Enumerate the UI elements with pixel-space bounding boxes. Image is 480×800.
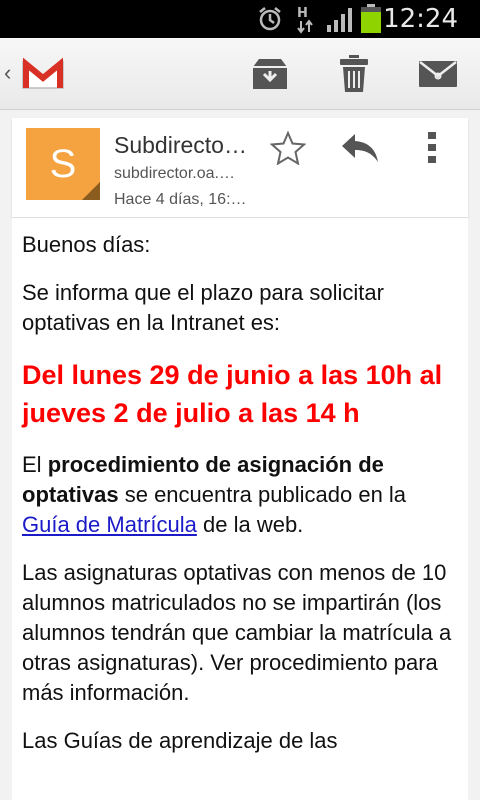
up-caret-icon[interactable]: ‹ (4, 60, 11, 86)
star-icon (270, 131, 306, 165)
deadline-highlight: Del lunes 29 de junio a las 10h al jueve… (22, 360, 443, 428)
reply-button[interactable] (338, 128, 382, 168)
avatar-corner (82, 182, 100, 200)
status-bar: H 12:24 (0, 0, 480, 38)
battery-icon (360, 4, 382, 39)
archive-button[interactable] (248, 52, 292, 96)
procedure-middle: se encuentra publicado en la (124, 482, 407, 507)
sender-email[interactable]: subdirector.oa.… (114, 165, 254, 183)
archive-icon (253, 59, 287, 89)
procedure-prefix: El (22, 452, 42, 477)
gmail-logo-icon[interactable] (20, 52, 66, 99)
procedure-paragraph: El procedimiento de asignación de optati… (22, 450, 458, 540)
alarm-icon (256, 5, 284, 38)
trash-icon (340, 55, 368, 92)
action-bar: ‹ (0, 38, 480, 110)
message-body: Buenos días: Se informa que el plazo par… (12, 218, 468, 800)
message-header: S Subdirecto… subdirector.oa.… Hace 4 dí… (12, 118, 468, 218)
procedure-suffix: de la web. (203, 512, 304, 537)
reply-icon (342, 134, 378, 162)
overflow-menu-button[interactable] (418, 126, 446, 170)
guides-paragraph: Las Guías de aprendizaje de las (22, 728, 338, 753)
intro-paragraph: Se informa que el plazo para solicitar o… (22, 280, 384, 335)
guia-matricula-link[interactable]: Guía de Matrícula (22, 512, 197, 537)
delete-button[interactable] (332, 52, 376, 96)
avatar[interactable]: S (26, 128, 100, 200)
more-vert-icon (428, 132, 436, 163)
sender-name[interactable]: Subdirecto… (114, 132, 259, 159)
signal-icon (326, 7, 354, 38)
avatar-letter: S (49, 141, 77, 186)
sent-time: Hace 4 días, 16:… (114, 191, 247, 208)
min-students-paragraph: Las asignaturas optativas con menos de 1… (22, 560, 452, 705)
star-button[interactable] (266, 128, 310, 168)
network-type: H (297, 6, 308, 21)
envelope-icon (419, 61, 457, 87)
clock: 12:24 (383, 4, 458, 34)
hspa-icon: H (295, 4, 317, 39)
mark-unread-button[interactable] (416, 52, 460, 96)
greeting: Buenos días: (22, 232, 151, 257)
